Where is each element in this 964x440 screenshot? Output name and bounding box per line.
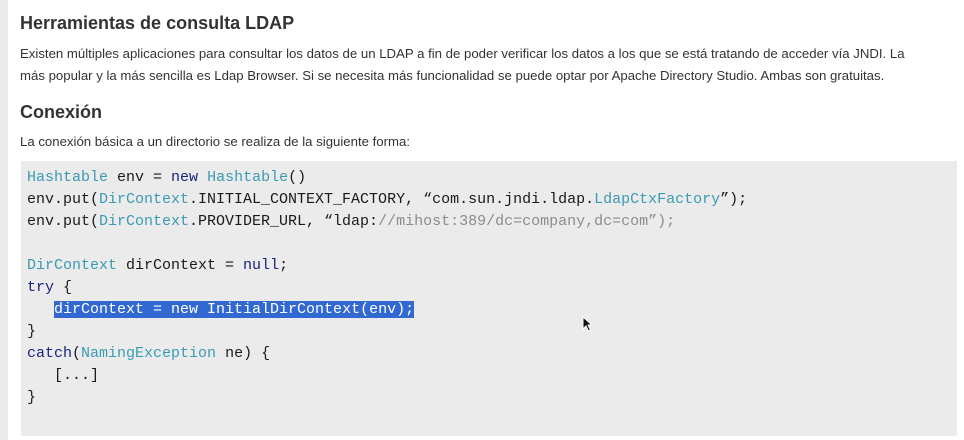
- code-token-keyword: try: [27, 279, 55, 296]
- code-line-9: catch(NamingException ne) {: [27, 343, 270, 365]
- code-token: ;: [279, 257, 289, 274]
- code-token: {: [54, 279, 73, 296]
- code-block[interactable]: Hashtable env = new Hashtable() env.put(…: [21, 161, 957, 436]
- code-token-keyword: null: [243, 257, 280, 274]
- code-token: env.put(: [27, 213, 100, 230]
- code-line-11: }: [27, 387, 36, 409]
- code-token-type: LdapCtxFactory: [594, 191, 721, 208]
- code-token-comment: //mihost:389/dc=company,dc=com”);: [378, 213, 676, 230]
- code-token: ne) {: [216, 345, 271, 362]
- code-line-8: }: [27, 321, 36, 343]
- code-token: }: [27, 389, 37, 406]
- code-token-type: Hashtable: [27, 169, 109, 186]
- code-line-6: try {: [27, 277, 72, 299]
- section-title-connection: Conexión: [20, 102, 103, 122]
- code-token-type: DirContext: [27, 257, 118, 274]
- code-token: ”);: [720, 191, 748, 208]
- selected-code-text[interactable]: dirContext = new InitialDirContext(env);: [54, 301, 415, 318]
- code-token-type: DirContext: [99, 213, 190, 230]
- code-token: dirContext =: [117, 257, 244, 274]
- mouse-pointer-icon: [582, 316, 594, 332]
- code-line-7: dirContext = new InitialDirContext(env);: [27, 299, 415, 321]
- code-token-type: NamingException: [81, 345, 217, 362]
- code-token-type: Hashtable: [207, 169, 289, 186]
- section-paragraph: La conexión básica a un directorio se re…: [20, 134, 410, 149]
- section-title-ldap-tools: Herramientas de consulta LDAP: [20, 13, 295, 33]
- code-line-3: env.put(DirContext.PROVIDER_URL, “ldap:/…: [27, 211, 675, 233]
- code-line-10: [...]: [27, 365, 99, 387]
- code-token-keyword: new: [171, 169, 199, 186]
- code-token: env =: [108, 169, 172, 186]
- code-token: .PROVIDER_URL, “ldap:: [189, 213, 379, 230]
- code-line-1: Hashtable env = new Hashtable(): [27, 167, 306, 189]
- code-token-keyword: catch: [27, 345, 73, 362]
- section-paragraph-line: Existen múltiples aplicaciones para cons…: [20, 46, 905, 61]
- code-token: }: [27, 323, 37, 340]
- left-margin-bar: [0, 0, 8, 440]
- code-line-2: env.put(DirContext.INITIAL_CONTEXT_FACTO…: [27, 189, 747, 211]
- code-token: (: [72, 345, 82, 362]
- code-line-5: DirContext dirContext = null;: [27, 255, 288, 277]
- code-token: env.put(: [27, 191, 100, 208]
- code-token: .INITIAL_CONTEXT_FACTORY, “com.sun.jndi.…: [189, 191, 595, 208]
- code-token: (): [288, 169, 307, 186]
- section-paragraph-line: más popular y la más sencilla es Ldap Br…: [20, 68, 885, 83]
- code-token: [...]: [27, 367, 100, 384]
- code-token-type: DirContext: [99, 191, 190, 208]
